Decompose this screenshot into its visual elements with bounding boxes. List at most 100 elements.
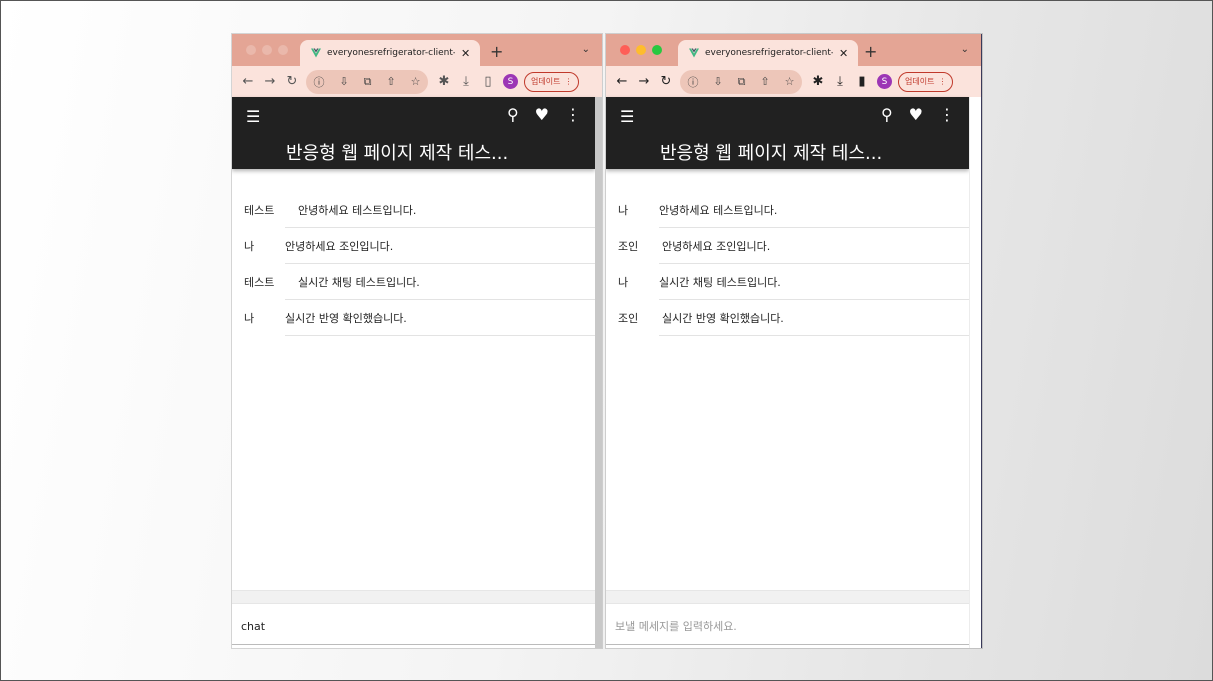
menu-icon[interactable]: ☰ <box>246 107 260 126</box>
extensions-icon[interactable]: ✱ <box>438 74 450 89</box>
tab-search-chevron-icon[interactable]: ⌄ <box>961 44 969 55</box>
kebab-menu-icon: ⋮ <box>564 77 573 86</box>
profile-avatar[interactable]: S <box>877 74 892 89</box>
back-icon[interactable]: ← <box>242 74 254 89</box>
share-icon[interactable]: ⇧ <box>760 75 769 88</box>
window-controls[interactable] <box>246 45 288 55</box>
search-icon[interactable]: ⚲ <box>881 105 893 124</box>
new-tab-button[interactable]: + <box>490 42 503 61</box>
message-text: 안녕하세요 조인입니다. <box>662 240 771 253</box>
reload-icon[interactable]: ↻ <box>286 74 298 89</box>
download-icon[interactable]: ⤓ <box>460 74 472 89</box>
chat-list: 테스트 안녕하세요 테스트입니다. 나 안녕하세요 조인입니다. 테스트 실시간… <box>232 192 595 336</box>
window-edge <box>969 97 981 648</box>
message-text: 실시간 채팅 테스트입니다. <box>298 276 420 289</box>
app-bar: ☰ ⚲ ♥ ⋮ 반응형 웹 페이지 제작 테스... <box>232 97 595 169</box>
message-sender: 테스트 <box>244 204 275 217</box>
message-input[interactable] <box>232 609 595 645</box>
heart-icon[interactable]: ♥ <box>535 105 549 124</box>
list-item: 나 안녕하세요 조인입니다. <box>232 228 595 264</box>
translate-icon[interactable]: ⧉ <box>364 75 372 89</box>
input-divider <box>606 590 969 604</box>
message-sender: 나 <box>618 204 629 217</box>
reload-icon[interactable]: ↻ <box>660 74 672 89</box>
forward-icon[interactable]: → <box>264 74 276 89</box>
tab-search-chevron-icon[interactable]: ⌄ <box>582 44 590 55</box>
message-text: 실시간 반영 확인했습니다. <box>285 312 407 325</box>
download-icon[interactable]: ⤓ <box>834 74 846 89</box>
site-info-icon[interactable]: ⓘ <box>687 74 698 90</box>
list-item: 나 안녕하세요 테스트입니다. <box>606 192 969 228</box>
address-bar[interactable]: ⓘ ⇩ ⧉ ⇧ ☆ <box>680 69 802 94</box>
tab-close-icon[interactable]: ✕ <box>839 47 848 60</box>
message-sender: 조인 <box>618 240 639 253</box>
list-item: 나 실시간 반영 확인했습니다. <box>232 300 595 336</box>
address-bar[interactable]: ⓘ ⇩ ⧉ ⇧ ☆ <box>306 69 428 94</box>
message-text: 실시간 채팅 테스트입니다. <box>659 276 781 289</box>
list-item: 테스트 안녕하세요 테스트입니다. <box>232 192 595 228</box>
message-text: 안녕하세요 테스트입니다. <box>298 204 417 217</box>
vue-logo-icon <box>311 48 321 58</box>
kebab-menu-icon: ⋮ <box>938 77 947 86</box>
menu-icon[interactable]: ☰ <box>620 107 634 126</box>
message-text: 안녕하세요 테스트입니다. <box>659 204 778 217</box>
minimize-window-button[interactable] <box>636 45 646 55</box>
close-window-button[interactable] <box>246 45 256 55</box>
browser-tab[interactable]: everyonesrefrigerator-client-vi ✕ <box>300 40 480 66</box>
install-app-icon[interactable]: ⇩ <box>713 75 722 88</box>
scrollbar[interactable] <box>595 97 602 648</box>
more-vert-icon[interactable]: ⋮ <box>565 105 581 124</box>
input-divider <box>232 590 595 604</box>
extensions-icon[interactable]: ✱ <box>812 74 824 89</box>
site-info-icon[interactable]: ⓘ <box>313 74 324 90</box>
update-label: 업데이트 <box>905 77 935 86</box>
update-button[interactable]: 업데이트 ⋮ <box>524 71 580 92</box>
heart-icon[interactable]: ♥ <box>909 105 923 124</box>
message-sender: 나 <box>244 312 255 325</box>
maximize-window-button[interactable] <box>278 45 288 55</box>
list-item: 테스트 실시간 채팅 테스트입니다. <box>232 264 595 300</box>
divider <box>285 335 595 336</box>
update-label: 업데이트 <box>531 77 561 86</box>
message-sender: 나 <box>618 276 629 289</box>
more-vert-icon[interactable]: ⋮ <box>939 105 955 124</box>
maximize-window-button[interactable] <box>652 45 662 55</box>
list-item: 조인 안녕하세요 조인입니다. <box>606 228 969 264</box>
back-icon[interactable]: ← <box>616 74 628 89</box>
message-sender: 나 <box>244 240 255 253</box>
divider <box>659 335 969 336</box>
browser-toolbar: ← → ↻ ⓘ ⇩ ⧉ ⇧ ☆ ✱ ⤓ ▯ S 업데이트 ⋮ <box>232 66 602 98</box>
tab-strip: everyonesrefrigerator-client-vi ✕ + ⌄ <box>232 34 602 66</box>
message-sender: 테스트 <box>244 276 275 289</box>
page-title: 반응형 웹 페이지 제작 테스... <box>286 143 509 164</box>
browser-window-left: everyonesrefrigerator-client-vi ✕ + ⌄ ← … <box>232 34 602 648</box>
tab-title: everyonesrefrigerator-client-vi <box>705 48 833 58</box>
vue-logo-icon <box>689 48 699 58</box>
search-icon[interactable]: ⚲ <box>507 105 519 124</box>
translate-icon[interactable]: ⧉ <box>738 75 746 89</box>
profile-avatar[interactable]: S <box>503 74 518 89</box>
tab-close-icon[interactable]: ✕ <box>461 47 470 60</box>
browser-window-right: everyonesrefrigerator-client-vi ✕ + ⌄ ← … <box>606 34 982 648</box>
bookmark-star-icon[interactable]: ☆ <box>411 75 421 88</box>
close-window-button[interactable] <box>620 45 630 55</box>
new-tab-button[interactable]: + <box>864 42 877 61</box>
side-panel-icon[interactable]: ▯ <box>482 74 494 89</box>
forward-icon[interactable]: → <box>638 74 650 89</box>
share-icon[interactable]: ⇧ <box>386 75 395 88</box>
bookmark-star-icon[interactable]: ☆ <box>785 75 795 88</box>
list-item: 조인 실시간 반영 확인했습니다. <box>606 300 969 336</box>
browser-tab[interactable]: everyonesrefrigerator-client-vi ✕ <box>678 40 858 66</box>
message-sender: 조인 <box>618 312 639 325</box>
message-text: 실시간 반영 확인했습니다. <box>662 312 784 325</box>
message-input[interactable] <box>606 609 969 645</box>
browser-toolbar: ← → ↻ ⓘ ⇩ ⧉ ⇧ ☆ ✱ ⤓ ▮ S 업데이트 ⋮ <box>606 66 981 98</box>
page-title: 반응형 웹 페이지 제작 테스... <box>660 143 883 164</box>
window-controls[interactable] <box>620 45 662 55</box>
minimize-window-button[interactable] <box>262 45 272 55</box>
tab-title: everyonesrefrigerator-client-vi <box>327 48 455 58</box>
update-button[interactable]: 업데이트 ⋮ <box>898 71 954 92</box>
side-panel-icon[interactable]: ▮ <box>856 74 868 89</box>
install-app-icon[interactable]: ⇩ <box>339 75 348 88</box>
list-item: 나 실시간 채팅 테스트입니다. <box>606 264 969 300</box>
